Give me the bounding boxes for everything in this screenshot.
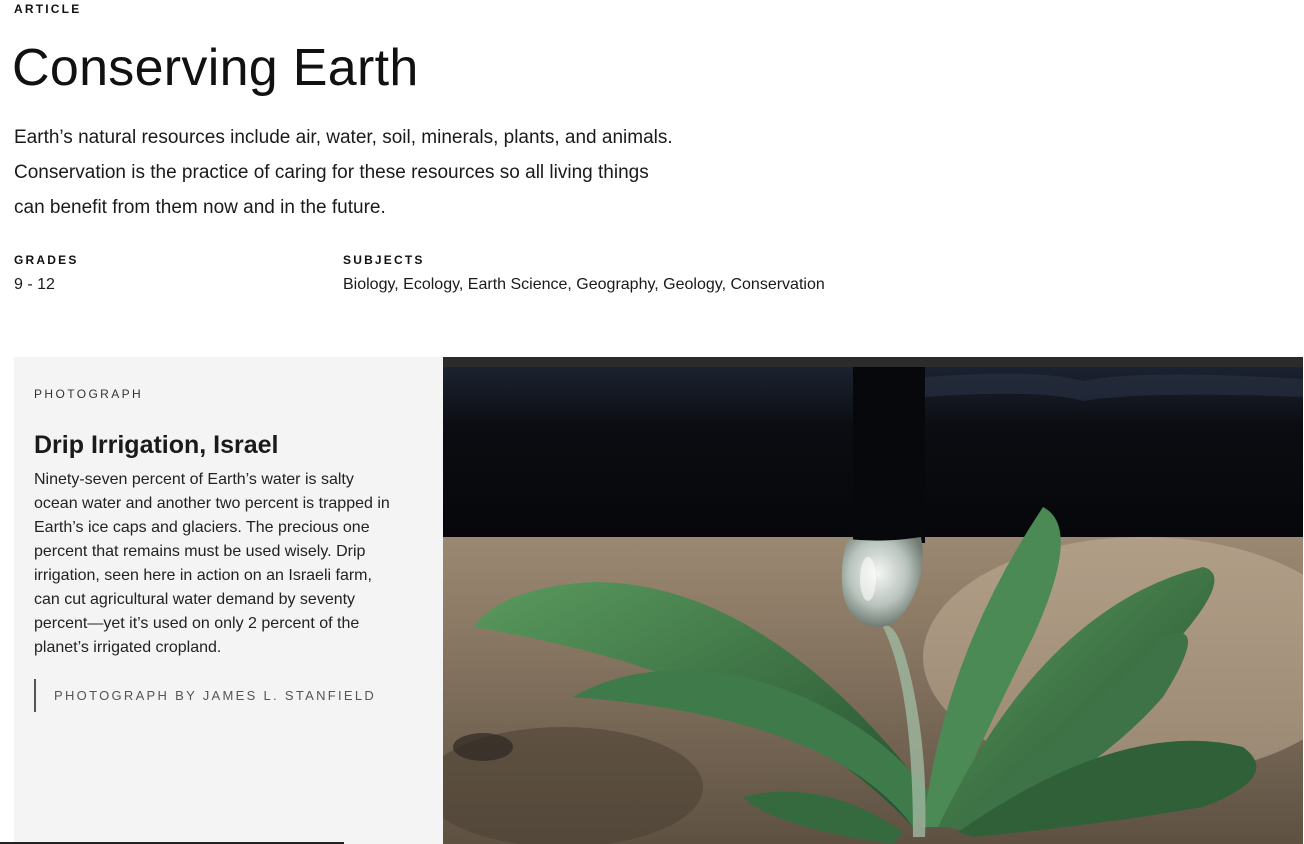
photo-caption: Ninety-seven percent of Earth’s water is…	[34, 468, 424, 660]
photo-title: Drip Irrigation, Israel	[34, 431, 279, 459]
grades-value: 9 - 12	[14, 276, 55, 293]
subjects-label: SUBJECTS	[343, 253, 425, 267]
caption-line: percent—yet it’s used on only 2 percent …	[34, 615, 360, 632]
lede-line: can benefit from them now and in the fut…	[14, 197, 386, 218]
lede-line: Conservation is the practice of caring f…	[14, 162, 649, 183]
grades-label: GRADES	[14, 253, 79, 267]
caption-line: percent that remains must be used wisely…	[34, 543, 366, 560]
article-page: ARTICLE Conserving Earth Earth’s natural…	[0, 0, 1304, 844]
photo-top-strip	[443, 357, 1303, 367]
photo-kicker: PHOTOGRAPH	[34, 387, 144, 401]
caption-line: Ninety-seven percent of Earth’s water is…	[34, 471, 354, 488]
page-title: Conserving Earth	[12, 39, 419, 97]
lede-line: Earth’s natural resources include air, w…	[14, 127, 673, 148]
drip-irrigation-photo[interactable]	[443, 357, 1303, 844]
photo-caption-panel: PHOTOGRAPH Drip Irrigation, Israel Ninet…	[14, 357, 443, 844]
drop-reflection	[860, 557, 876, 601]
subjects-value: Biology, Ecology, Earth Science, Geograp…	[343, 276, 825, 293]
caption-line: can cut agricultural water demand by sev…	[34, 591, 356, 608]
caption-line: Earth’s ice caps and glaciers. The preci…	[34, 519, 370, 536]
caption-line: irrigation, seen here in action on an Is…	[34, 567, 372, 584]
article-lede: Earth’s natural resources include air, w…	[14, 120, 744, 225]
pipe-emitter	[853, 367, 925, 543]
caption-line: planet’s irrigated cropland.	[34, 639, 222, 656]
photo-credit: PHOTOGRAPH BY JAMES L. STANFIELD	[34, 679, 376, 712]
article-kicker: ARTICLE	[14, 2, 82, 16]
soil-clump	[453, 733, 513, 761]
caption-line: ocean water and another two percent is t…	[34, 495, 390, 512]
drip-irrigation-illustration	[443, 357, 1303, 844]
